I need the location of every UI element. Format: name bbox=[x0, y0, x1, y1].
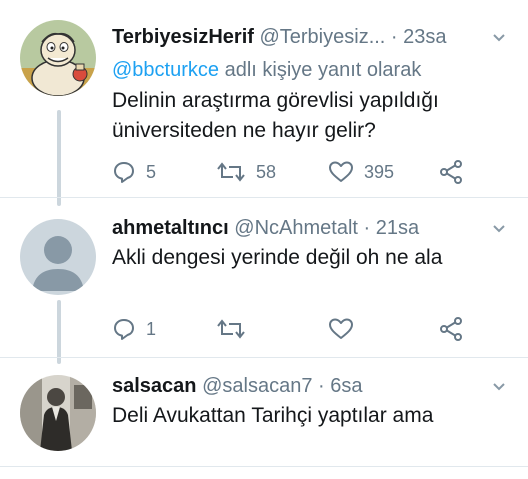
author-handle[interactable]: @NcAhmetalt bbox=[234, 217, 358, 239]
tweet-text: Delinin araştırma görevlisi yapıldığı ün… bbox=[112, 86, 508, 146]
tweet-header: TerbiyesizHerif @Terbiyesiz... · 23sa bbox=[112, 22, 528, 52]
reply-icon bbox=[114, 162, 134, 183]
reply-count: 5 bbox=[146, 161, 157, 182]
reply-icon bbox=[114, 319, 134, 340]
tweet[interactable]: salsacan @salsacan7 · 6sa Deli Avukattan… bbox=[0, 357, 528, 479]
retweet-icon bbox=[217, 162, 245, 182]
share-icon bbox=[440, 160, 462, 184]
tweet-actions: 1 bbox=[112, 314, 528, 344]
share-button[interactable] bbox=[438, 314, 464, 344]
tweet-text: Deli Avukattan Tarihçi yaptılar ama bbox=[112, 401, 508, 431]
divider bbox=[0, 466, 528, 467]
author-handle[interactable]: @salsacan7 bbox=[202, 375, 312, 397]
author-handle[interactable]: @Terbiyesiz... bbox=[259, 26, 385, 48]
tweet-actions: 5 58 395 bbox=[112, 157, 528, 187]
tweet-header: salsacan @salsacan7 · 6sa bbox=[112, 371, 528, 401]
tweet-text: Akli dengesi yerinde değil oh ne ala bbox=[112, 243, 508, 273]
separator: · bbox=[390, 26, 398, 48]
tweet-header: ahmetaltıncı @NcAhmetalt · 21sa bbox=[112, 213, 528, 243]
default-profile-avatar-icon bbox=[20, 219, 96, 295]
reply-context-label: adlı kişiye yanıt olarak bbox=[219, 59, 422, 81]
mention-link[interactable]: @bbcturkce bbox=[112, 59, 219, 81]
like-count: 395 bbox=[364, 161, 395, 182]
chevron-down-icon[interactable] bbox=[492, 222, 506, 236]
avatar[interactable] bbox=[20, 375, 96, 451]
retweet-icon bbox=[217, 319, 245, 339]
separator: · bbox=[318, 375, 325, 397]
tweet-text-line: Delinin araştırma görevlisi yapıldığı bbox=[112, 89, 439, 112]
photo-avatar-icon bbox=[20, 375, 96, 451]
tweet[interactable]: ahmetaltıncı @NcAhmetalt · 21sa Akli den… bbox=[0, 197, 528, 357]
reply-count: 1 bbox=[146, 318, 157, 339]
share-button[interactable] bbox=[438, 157, 464, 187]
cartoon-character-avatar-icon bbox=[20, 20, 96, 96]
timestamp[interactable]: 21sa bbox=[376, 217, 419, 239]
chevron-down-icon[interactable] bbox=[492, 31, 506, 45]
like-button[interactable] bbox=[328, 314, 364, 344]
author-name[interactable]: salsacan bbox=[112, 375, 197, 397]
timestamp[interactable]: 6sa bbox=[330, 375, 362, 397]
tweet-text-line: Akli dengesi yerinde değil oh ne ala bbox=[112, 246, 443, 269]
author-name[interactable]: ahmetaltıncı bbox=[112, 217, 229, 239]
like-button[interactable]: 395 bbox=[328, 157, 394, 187]
heart-icon bbox=[329, 161, 353, 182]
chevron-down-icon[interactable] bbox=[492, 380, 506, 394]
author-name[interactable]: TerbiyesizHerif bbox=[112, 26, 254, 48]
tweet[interactable]: TerbiyesizHerif @Terbiyesiz... · 23sa @b… bbox=[0, 0, 528, 197]
reply-context: @bbcturkce adlı kişiye yanıt olarak bbox=[112, 56, 421, 84]
avatar[interactable] bbox=[20, 219, 96, 295]
retweet-count: 58 bbox=[256, 161, 277, 182]
retweet-button[interactable]: 58 bbox=[216, 157, 276, 187]
separator: · bbox=[363, 217, 371, 239]
timestamp[interactable]: 23sa bbox=[403, 26, 446, 48]
share-icon bbox=[440, 317, 462, 341]
retweet-button[interactable] bbox=[216, 314, 256, 344]
tweet-text-line: üniversiteden ne hayır gelir? bbox=[112, 119, 376, 142]
reply-button[interactable]: 5 bbox=[112, 157, 156, 187]
tweet-text-line: Deli Avukattan Tarihçi yaptılar ama bbox=[112, 404, 434, 427]
heart-icon bbox=[329, 318, 353, 339]
reply-button[interactable]: 1 bbox=[112, 314, 156, 344]
avatar[interactable] bbox=[20, 20, 96, 96]
